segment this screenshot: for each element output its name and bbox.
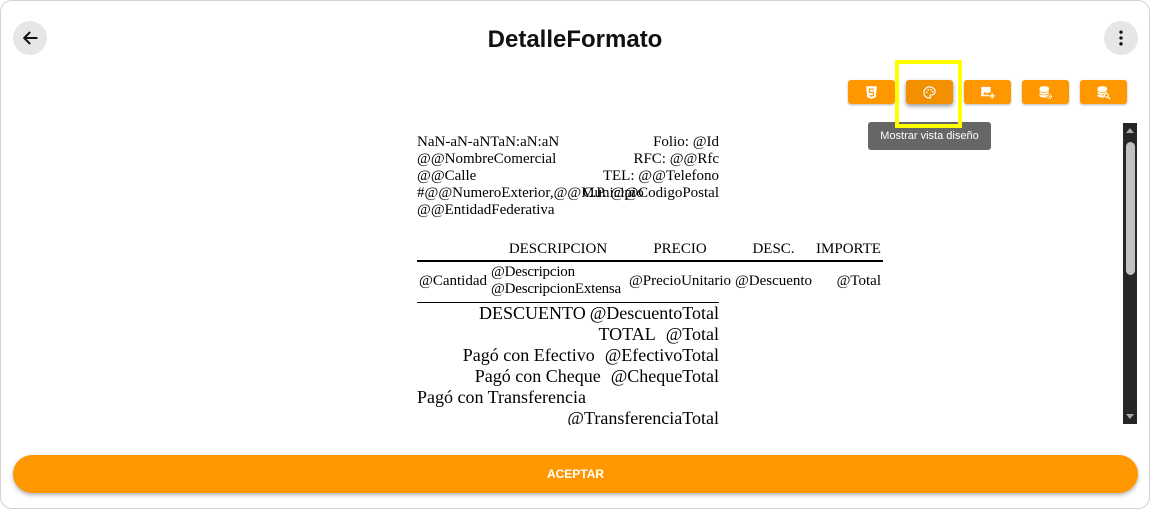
cell-precio-unitario: @PrecioUnitario — [628, 272, 732, 289]
add-image-button[interactable] — [964, 80, 1011, 104]
page-title: DetalleFormato — [487, 26, 663, 53]
cell-total: @Total — [836, 272, 881, 289]
column-header-blank — [417, 240, 489, 258]
accept-button[interactable]: ACEPTAR — [13, 455, 1138, 493]
palette-icon — [922, 85, 937, 100]
database-query-button[interactable] — [1080, 80, 1127, 104]
total-line-total: TOTAL @Total — [417, 324, 719, 345]
total-line-cheque: Pagó con Cheque @ChequeTotal — [417, 366, 719, 387]
total-label: Pagó con Efectivo — [462, 345, 595, 365]
column-header-descripcion: DESCRIPCION — [508, 241, 608, 257]
page: DetalleFormato Mostrar vista diseño NaN-… — [0, 0, 1150, 509]
total-label: Pagó con Cheque — [474, 366, 601, 386]
database-settings-button[interactable] — [1022, 80, 1069, 104]
more-options-button[interactable] — [1104, 21, 1138, 55]
total-line-transferencia-label: Pagó con Transferencia — [417, 387, 719, 408]
total-value: @DescuentoTotal — [589, 303, 719, 323]
doc-header-line: @@NombreComercial RFC: @@Rfc — [417, 151, 719, 168]
doc-header-line: @@EntidadFederativa — [417, 202, 719, 219]
html-view-button[interactable] — [848, 80, 895, 104]
total-value: @TransferenciaTotal — [567, 408, 719, 425]
design-view-button[interactable] — [906, 80, 953, 104]
doc-header-line: NaN-aN-aNTaN:aN:aN Folio: @Id — [417, 134, 719, 151]
total-label: Pagó con Transferencia — [417, 387, 586, 407]
cell-descuento: @Descuento — [734, 272, 813, 289]
total-label: TOTAL — [598, 324, 656, 344]
column-header-importe: IMPORTE — [816, 241, 881, 257]
table-header: DESCRIPCION PRECIO DESC. IMPORTE — [417, 240, 883, 258]
vertical-scrollbar[interactable] — [1123, 123, 1137, 424]
total-label: DESCUENTO — [479, 303, 586, 323]
total-line-transferencia-value: @TransferenciaTotal — [417, 408, 719, 425]
scroll-down-arrow-icon[interactable] — [1126, 414, 1134, 419]
cell-descripcion: @Descripcion @DescripcionExtensa — [489, 264, 627, 298]
doc-header-line: #@@NumeroExterior,@@Municipio C.P. @@Cod… — [417, 185, 719, 202]
doc-header-line: @@Calle TEL: @@Telefono — [417, 168, 719, 185]
html5-icon — [864, 85, 879, 100]
doc-folio: Folio: @Id — [653, 134, 719, 150]
cell-descripcion-text: @Descripcion — [491, 264, 575, 280]
cell-cantidad: @Cantidad — [419, 272, 487, 289]
database-cog-icon — [1038, 85, 1053, 100]
total-value: @EfectivoTotal — [604, 345, 719, 365]
doc-business-name: @@NombreComercial — [417, 151, 557, 167]
total-value: @ChequeTotal — [610, 366, 719, 386]
doc-street: @@Calle — [417, 168, 477, 184]
column-header-precio: PRECIO — [653, 241, 707, 257]
doc-rfc: RFC: @@Rfc — [633, 151, 719, 167]
column-header-desc: DESC. — [752, 241, 795, 257]
table-row: @Cantidad @Descripcion @DescripcionExten… — [417, 262, 883, 300]
scrollbar-thumb[interactable] — [1126, 142, 1135, 275]
doc-phone: TEL: @@Telefono — [602, 168, 719, 184]
cell-descripcion-extensa: @DescripcionExtensa — [491, 281, 621, 297]
tooltip: Mostrar vista diseño — [868, 122, 991, 150]
database-search-icon — [1096, 85, 1111, 100]
doc-date: NaN-aN-aNTaN:aN:aN — [417, 134, 560, 150]
document-preview: NaN-aN-aNTaN:aN:aN Folio: @Id @@NombreCo… — [0, 123, 1123, 425]
doc-postal-code: C.P. @@CodigoPostal — [582, 185, 719, 201]
total-value: @Total — [665, 324, 719, 344]
image-plus-icon — [980, 85, 995, 100]
more-vertical-icon — [1111, 28, 1131, 48]
doc-state: @@EntidadFederativa — [417, 202, 555, 218]
total-line-descuento: DESCUENTO @DescuentoTotal — [417, 303, 719, 324]
scroll-up-arrow-icon[interactable] — [1126, 128, 1134, 133]
total-line-efectivo: Pagó con Efectivo @EfectivoTotal — [417, 345, 719, 366]
